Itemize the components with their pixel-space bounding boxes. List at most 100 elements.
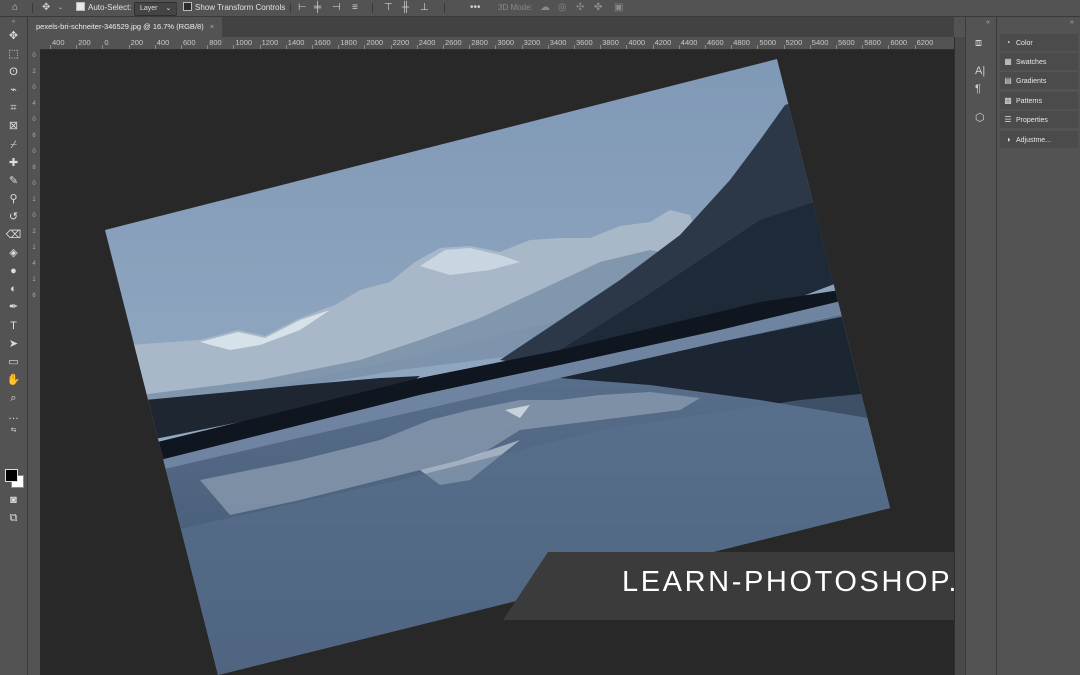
chevron-down-icon[interactable]: ⌄ [58,0,63,16]
align-left-icon[interactable]: ⊢ [298,0,307,16]
ruler-tick [443,45,444,49]
libraries-icon[interactable]: ⧈ [975,37,982,50]
eraser-tool-icon[interactable]: ⌫ [0,226,27,244]
ruler-label: 4800 [733,38,750,47]
auto-select-target-value: Layer [140,5,158,12]
panel-swatches[interactable]: ▦ Swatches [1000,53,1078,70]
auto-select-target-dropdown[interactable]: Layer ⌄ [134,2,178,16]
ruler-tick [364,45,366,49]
ruler-label: 0 [32,181,36,187]
path-selection-icon[interactable]: ➤ [0,335,27,353]
panel-gradients[interactable]: ▤ Gradients [1000,72,1078,89]
quick-select-tool-icon[interactable]: ⌁ [0,81,27,99]
ruler-label: 2000 [366,38,384,47]
ruler-label: 0 [32,117,36,123]
hand-tool-icon[interactable]: ✋ [0,371,27,389]
paint-bucket-icon[interactable]: ◈ [0,244,27,262]
divider [176,3,177,13]
ruler-tick [574,45,575,49]
ruler-label: 6000 [890,38,908,47]
type-tool-icon[interactable]: T [0,317,27,335]
horizontal-ruler[interactable]: 400 200 0 200 400 600 800 1000 1200 1400 1600 1800 2… [40,37,954,50]
swap-colors-icon[interactable]: ⇆ [0,425,27,437]
align-right-icon[interactable]: ⊣ [332,0,341,16]
dodge-tool-icon[interactable]: ◐ [0,280,27,298]
ruler-label: 4 [32,261,36,267]
ruler-tick [338,45,340,49]
3d-drag-icon[interactable]: ✣ [576,0,584,16]
ruler-label: 800 [209,38,222,47]
auto-select-checkbox[interactable]: Auto-Select: [76,0,132,16]
align-middle-icon[interactable]: ╫ [402,0,409,16]
document-tab[interactable]: pexels-bri-schneiter-346529.jpg @ 16.7% … [28,17,223,37]
paragraph-icon[interactable]: ¶ [975,83,981,95]
marquee-tool-icon[interactable]: ⬚ [0,45,27,63]
show-transform-checkbox[interactable]: Show Transform Controls [183,0,285,16]
ruler-label: 1 [32,197,36,203]
align-top-icon[interactable]: ⊤ [384,0,393,16]
ruler-tick [181,45,182,49]
panel-patterns[interactable]: ▩ Patterns [1000,92,1078,109]
ruler-tick [888,45,890,49]
lasso-tool-icon[interactable]: ʘ [0,63,27,81]
3d-cube-icon[interactable]: ⬡ [975,111,985,124]
ruler-tick [521,45,523,49]
ruler-tick [285,45,287,49]
more-tools-icon[interactable]: … [0,407,27,425]
character-icon[interactable]: A| [975,65,985,77]
rectangle-tool-icon[interactable]: ▭ [0,353,27,371]
panel-properties-label: Properties [1016,117,1048,124]
ruler-tick [600,45,602,49]
crop-tool-icon[interactable]: ⌗ [0,99,27,117]
3d-orbit-icon[interactable]: ☁ [540,0,550,16]
align-center-icon[interactable]: ╪ [314,0,321,16]
blur-tool-icon[interactable]: ● [0,262,27,280]
clone-stamp-icon[interactable]: ⚲ [0,190,27,208]
zoom-tool-icon[interactable]: ⌕ [0,389,27,407]
ruler-tick [652,45,654,49]
ruler-label: 3400 [549,38,567,47]
collapse-toolbar-icon[interactable]: » [0,17,27,27]
vertical-scrollbar[interactable] [954,37,965,675]
panel-color[interactable]: ◔ Color [1000,34,1078,51]
collapse-dock-icon[interactable]: « [986,19,990,26]
more-options-icon[interactable]: ••• [470,0,481,16]
ruler-label: 2600 [445,38,462,47]
collapse-panels-icon[interactable]: » [1070,19,1074,26]
eyedropper-tool-icon[interactable]: ⌿ [0,136,27,154]
3d-slide-icon[interactable]: ✤ [594,0,602,16]
home-icon[interactable]: ⌂ [12,0,18,16]
quick-mask-icon[interactable]: ◙ [0,491,27,509]
move-tool-icon[interactable]: ✥ [0,27,27,45]
ruler-label: 0 [104,38,109,47]
screen-mode-icon[interactable]: ⧉ [0,509,27,527]
ruler-tick [102,45,104,49]
ruler-tick [547,45,549,49]
distribute-icon[interactable]: ≡ [352,0,358,16]
foreground-color-swatch[interactable] [5,469,18,482]
ruler-label: 0 [32,213,36,219]
ruler-tick [914,45,916,49]
healing-brush-icon[interactable]: ✚ [0,154,27,172]
close-tab-icon[interactable]: × [210,22,214,31]
ruler-label: 3000 [497,38,515,47]
divider [32,3,33,13]
3d-video-icon[interactable]: ▣ [614,0,623,16]
tools-panel: » ✥ ⬚ ʘ ⌁ ⌗ ⊠ ⌿ ✚ ✎ ⚲ ↺ ⌫ ◈ ● ◐ ✒ T ➤ ▭ … [0,17,28,675]
pen-tool-icon[interactable]: ✒ [0,298,27,316]
align-bottom-icon[interactable]: ⊥ [420,0,429,16]
brush-tool-icon[interactable]: ✎ [0,172,27,190]
3d-roll-icon[interactable]: ◎ [558,0,567,16]
panel-adjustments[interactable]: ◑ Adjustme... [1000,131,1078,148]
ruler-label: 1 [32,277,36,283]
panel-swatches-label: Swatches [1016,59,1047,66]
history-brush-icon[interactable]: ↺ [0,208,27,226]
ruler-label: 5000 [759,38,777,47]
frame-tool-icon[interactable]: ⊠ [0,117,27,135]
properties-icon: ☰ [1004,115,1012,124]
ruler-label: 200 [130,38,144,47]
ruler-tick [233,45,235,49]
panel-properties[interactable]: ☰ Properties [1000,111,1078,128]
auto-select-label: Auto-Select: [88,3,132,12]
move-tool-icon[interactable]: ✥ [42,0,50,16]
